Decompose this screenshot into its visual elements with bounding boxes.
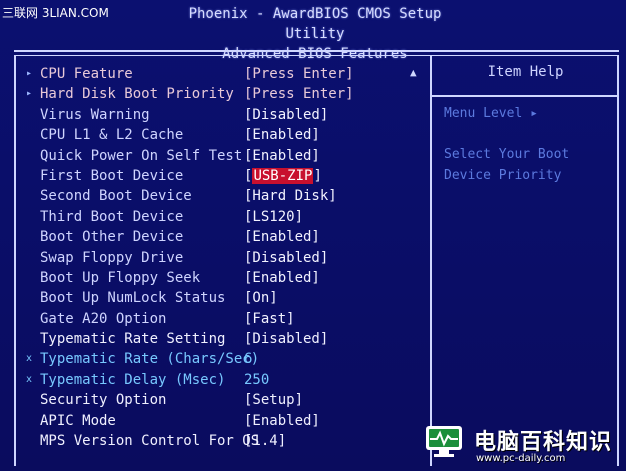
setting-row-mps-version-control-for-os[interactable]: MPS Version Control For OS [1.4] <box>24 431 424 451</box>
setting-value[interactable]: [Setup] <box>244 390 303 410</box>
setting-value[interactable]: [Enabled] <box>244 411 320 431</box>
setting-row-cpu-l1-l2-cache[interactable]: CPU L1 & L2 Cache [Enabled] <box>24 125 424 145</box>
setting-label: MPS Version Control For OS <box>40 433 260 450</box>
item-help-title: Item Help <box>487 64 564 80</box>
setting-label: Typematic Rate (Chars/Sec) <box>40 351 260 368</box>
setting-label: Gate A20 Option <box>40 310 167 327</box>
setting-value[interactable]: [Press Enter] <box>244 84 354 104</box>
setting-label: Typematic Delay (Msec) <box>40 371 226 388</box>
setting-label: CPU Feature <box>40 66 133 82</box>
setting-value[interactable]: [Fast] <box>244 309 295 329</box>
setting-row-second-boot-device[interactable]: Second Boot Device [Hard Disk] <box>24 186 424 206</box>
locked-marker-icon: x <box>26 353 33 365</box>
setting-label: Boot Up Floppy Seek <box>40 269 201 286</box>
setting-label: Boot Up NumLock Status <box>40 290 226 307</box>
setting-row-third-boot-device[interactable]: Third Boot Device [LS120] <box>24 207 424 227</box>
help-menu-level: Menu Level ▸ <box>444 106 538 121</box>
setting-label: Typematic Rate Setting <box>40 331 226 348</box>
setting-row-virus-warning[interactable]: Virus Warning [Disabled] <box>24 105 424 125</box>
help-divider <box>432 95 619 97</box>
locked-marker-icon: x <box>26 373 33 385</box>
setting-label: Third Boot Device <box>40 208 184 225</box>
setting-row-gate-a20-option[interactable]: Gate A20 Option [Fast] <box>24 309 424 329</box>
setting-value[interactable]: [Enabled] <box>244 146 320 166</box>
setting-label: Swap Floppy Drive <box>40 249 184 266</box>
settings-list: ▸ CPU Feature [Press Enter] ▸ Hard Disk Boot… <box>24 64 424 451</box>
setting-row-quick-power-on-self-test[interactable]: Quick Power On Self Test [Enabled] <box>24 146 424 166</box>
site-logo: 电脑百科知识 www.pc-daily.com <box>418 420 624 468</box>
setting-value[interactable]: [Disabled] <box>244 105 328 125</box>
bracket-close: ] <box>313 167 322 184</box>
setting-row-security-option[interactable]: Security Option [Setup] <box>24 390 424 410</box>
setting-label: Second Boot Device <box>40 188 192 205</box>
help-text-line1: Select Your Boot <box>444 147 570 162</box>
setting-label: First Boot Device <box>40 167 184 184</box>
submenu-arrow-icon: ▸ <box>26 68 33 79</box>
setting-label: Quick Power On Self Test <box>40 147 243 164</box>
setting-value[interactable]: [Disabled] <box>244 248 328 268</box>
setting-value[interactable]: [Press Enter] <box>244 64 354 84</box>
setting-label: Virus Warning <box>40 106 150 123</box>
monitor-pulse-icon <box>426 426 462 457</box>
setting-row-boot-up-numlock-status[interactable]: Boot Up NumLock Status [On] <box>24 288 424 308</box>
setting-row-first-boot-device[interactable]: First Boot Device [USB-ZIP] <box>24 166 424 186</box>
setting-value[interactable]: [Enabled] <box>244 268 320 288</box>
setting-row-boot-up-floppy-seek[interactable]: Boot Up Floppy Seek [Enabled] <box>24 268 424 288</box>
bios-screen: 三联网 3LIAN.COM Phoenix - AwardBIOS CMOS S… <box>0 0 626 471</box>
setting-row-typematic-rate-chars-sec[interactable]: x Typematic Rate (Chars/Sec) 6 <box>24 349 424 369</box>
setting-row-apic-mode[interactable]: APIC Mode [Enabled] <box>24 411 424 431</box>
setting-label: APIC Mode <box>40 412 116 429</box>
selected-value-highlight[interactable]: USB-ZIP <box>252 167 314 184</box>
setting-row-cpu-feature[interactable]: ▸ CPU Feature [Press Enter] <box>24 64 424 84</box>
setting-label: Security Option <box>40 392 167 409</box>
setting-row-boot-other-device[interactable]: Boot Other Device [Enabled] <box>24 227 424 247</box>
setting-value[interactable]: [Enabled] <box>244 125 320 145</box>
setting-value[interactable]: 250 <box>244 370 269 390</box>
setting-label: CPU L1 & L2 Cache <box>40 127 184 144</box>
help-text-line2: Device Priority <box>444 168 562 183</box>
setting-row-swap-floppy-drive[interactable]: Swap Floppy Drive [Disabled] <box>24 248 424 268</box>
setting-row-hard-disk-boot-priority[interactable]: ▸ Hard Disk Boot Priority [Press Enter] <box>24 84 424 104</box>
setting-row-typematic-rate-setting[interactable]: Typematic Rate Setting [Disabled] <box>24 329 424 349</box>
setting-value[interactable]: [Enabled] <box>244 227 320 247</box>
site-watermark: 三联网 3LIAN.COM <box>2 6 109 20</box>
setting-label: Hard Disk Boot Priority <box>40 86 234 103</box>
setting-label: Boot Other Device <box>40 229 184 246</box>
setting-value[interactable]: [Disabled] <box>244 329 328 349</box>
column-divider <box>430 56 432 466</box>
submenu-arrow-icon: ▸ <box>26 88 33 100</box>
setting-value[interactable]: [On] <box>244 288 278 308</box>
setting-value[interactable]: [USB-ZIP] <box>244 166 322 186</box>
setting-value[interactable]: [Hard Disk] <box>244 186 337 206</box>
setting-value[interactable]: [LS120] <box>244 207 303 227</box>
setting-row-typematic-delay-msec[interactable]: x Typematic Delay (Msec) 250 <box>24 370 424 390</box>
setting-value[interactable]: 6 <box>244 349 252 369</box>
logo-url: www.pc-daily.com <box>476 453 566 464</box>
utility-title: Phoenix - AwardBIOS CMOS Setup Utility <box>188 6 442 42</box>
setting-value[interactable]: [1.4] <box>244 431 286 451</box>
logo-name: 电脑百科知识 <box>474 430 613 455</box>
